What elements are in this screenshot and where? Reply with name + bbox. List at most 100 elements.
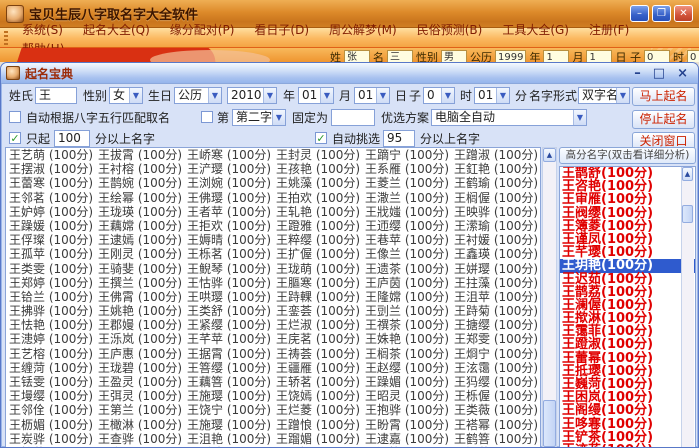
high-score-item[interactable]: 王鹊荔(100分) bbox=[560, 286, 695, 299]
name-cell[interactable]: 王缠菏 (100分) bbox=[6, 361, 95, 375]
name-cell[interactable]: 王铪兰 (100分) bbox=[6, 290, 95, 304]
bg-form-input[interactable]: 张 bbox=[344, 50, 370, 62]
name-cell[interactable]: 王栎偓 (100分) bbox=[451, 389, 540, 403]
name-cell[interactable]: 王姚艳 (100分) bbox=[95, 304, 184, 318]
plan-select[interactable]: 电脑全自动▼ bbox=[431, 109, 587, 126]
name-cell[interactable]: 王艺萌 (100分) bbox=[6, 148, 95, 162]
name-cell[interactable]: 王佛璎 (100分) bbox=[184, 191, 273, 205]
fixed-char-input[interactable] bbox=[331, 109, 375, 126]
surname-input[interactable]: 王 bbox=[35, 87, 77, 104]
name-cell[interactable]: 王禩茶 (100分) bbox=[362, 318, 451, 332]
name-cell[interactable]: 王哄璎 (100分) bbox=[184, 290, 273, 304]
name-cell[interactable]: 王郡嫚 (100分) bbox=[95, 318, 184, 332]
gender-select[interactable]: 女▼ bbox=[109, 87, 143, 104]
auto-pick-checkbox[interactable]: ✓ bbox=[315, 132, 327, 144]
name-cell[interactable]: 王拒欢 (100分) bbox=[184, 219, 273, 233]
name-cell[interactable]: 王赵缨 (100分) bbox=[362, 361, 451, 375]
name-cell[interactable]: 王骑斐 (100分) bbox=[95, 262, 184, 276]
name-cell[interactable]: 王跱輠 (100分) bbox=[273, 290, 362, 304]
name-cell[interactable]: 王类雯 (100分) bbox=[6, 262, 95, 276]
name-cell[interactable]: 王菱兰 (100分) bbox=[362, 176, 451, 190]
name-cell[interactable]: 王刚灵 (100分) bbox=[95, 247, 184, 261]
name-cell[interactable]: 王据霄 (100分) bbox=[184, 347, 273, 361]
chevron-down-icon[interactable]: ▼ bbox=[272, 110, 285, 125]
name-cell[interactable]: 王拄藻 (100分) bbox=[451, 276, 540, 290]
name-cell[interactable]: 王姘璎 (100分) bbox=[451, 262, 540, 276]
name-cell[interactable]: 王浏婉 (100分) bbox=[184, 176, 273, 190]
name-cell[interactable]: 王紧缨 (100分) bbox=[184, 318, 273, 332]
name-cell[interactable]: 王枥媚 (100分) bbox=[6, 418, 95, 432]
name-cell[interactable]: 王郑婷 (100分) bbox=[6, 276, 95, 290]
chevron-down-icon[interactable]: ▼ bbox=[129, 88, 142, 103]
high-score-item[interactable]: 王蹬淑(100分) bbox=[560, 338, 695, 351]
dialog-maximize-button[interactable]: □ bbox=[653, 65, 665, 82]
name-cell[interactable]: 王封灵 (100分) bbox=[273, 148, 362, 162]
which-char-select[interactable]: 第二字▼ bbox=[232, 109, 286, 126]
name-cell[interactable]: 王沮苹 (100分) bbox=[451, 290, 540, 304]
name-cell[interactable]: 王映骅 (100分) bbox=[451, 205, 540, 219]
name-cell[interactable]: 王艺榕 (100分) bbox=[6, 347, 95, 361]
high-score-item[interactable]: 王蕾幂(100分) bbox=[560, 352, 695, 365]
scroll-up-icon[interactable]: ▲ bbox=[682, 167, 693, 181]
name-cell[interactable]: 王巷苹 (100分) bbox=[362, 233, 451, 247]
menu-item[interactable]: 看日子(D) bbox=[244, 21, 319, 39]
chevron-down-icon[interactable]: ▼ bbox=[208, 88, 221, 103]
name-cell[interactable]: 王烂淑 (100分) bbox=[273, 318, 362, 332]
name-cell[interactable]: 王潆瑜 (100分) bbox=[451, 219, 540, 233]
high-score-item-selected[interactable]: 王玥艳(100分) bbox=[560, 259, 695, 272]
grid-scrollbar[interactable]: ▲ bbox=[542, 147, 557, 448]
name-cell[interactable]: 王衬榕 (100分) bbox=[95, 162, 184, 176]
name-cell[interactable]: 王怯艳 (100分) bbox=[6, 318, 95, 332]
name-cell[interactable]: 王拍欢 (100分) bbox=[273, 191, 362, 205]
name-cell[interactable]: 王邻茗 (100分) bbox=[6, 191, 95, 205]
name-cell[interactable]: 王藕嫦 (100分) bbox=[95, 219, 184, 233]
name-cell[interactable]: 王盈灵 (100分) bbox=[95, 375, 184, 389]
name-cell[interactable]: 王衬媛 (100分) bbox=[451, 233, 540, 247]
name-cell[interactable]: 王銮荟 (100分) bbox=[273, 304, 362, 318]
name-cell[interactable]: 王施璎 (100分) bbox=[184, 418, 273, 432]
dialog-minimize-button[interactable]: – bbox=[634, 65, 641, 82]
name-cell[interactable]: 王俘璨 (100分) bbox=[6, 233, 95, 247]
name-cell[interactable]: 王隆嫦 (100分) bbox=[362, 290, 451, 304]
high-score-item[interactable]: 王阀缨(100分) bbox=[560, 207, 695, 220]
name-cell[interactable]: 王粹缨 (100分) bbox=[273, 233, 362, 247]
name-cell[interactable]: 王珑碧 (100分) bbox=[95, 361, 184, 375]
name-cell[interactable]: 王墁缨 (100分) bbox=[6, 389, 95, 403]
menu-item[interactable]: 注册(F) bbox=[579, 21, 639, 39]
name-cell[interactable]: 王鹤箁 (100分) bbox=[451, 432, 540, 446]
bg-form-input[interactable]: 男 bbox=[441, 50, 467, 62]
start-naming-button[interactable]: 马上起名 bbox=[632, 87, 695, 106]
only-score-input[interactable]: 100 bbox=[54, 130, 90, 147]
high-score-item[interactable]: 王阁缦(100分) bbox=[560, 404, 695, 417]
name-cell[interactable]: 王遗茶 (100分) bbox=[362, 262, 451, 276]
bg-form-input[interactable]: 三 bbox=[387, 50, 413, 62]
menu-item[interactable]: 系统(S) bbox=[12, 21, 73, 39]
chevron-down-icon[interactable]: ▼ bbox=[496, 88, 509, 103]
name-cell[interactable]: 王抱骅 (100分) bbox=[362, 403, 451, 417]
bg-form-input[interactable]: 0 bbox=[687, 50, 699, 62]
chevron-down-icon[interactable]: ▼ bbox=[320, 88, 333, 103]
name-cell[interactable]: 王饶宁 (100分) bbox=[184, 403, 273, 417]
name-cell[interactable]: 王鹤瑜 (100分) bbox=[451, 176, 540, 190]
menu-item[interactable]: 起名大全(Q) bbox=[73, 21, 160, 39]
auto-bazi-checkbox[interactable] bbox=[9, 111, 21, 123]
name-cell[interactable]: 王邻佺 (100分) bbox=[6, 403, 95, 417]
dialog-close-button[interactable]: × bbox=[677, 65, 688, 82]
name-cell[interactable]: 王弭灵 (100分) bbox=[95, 389, 184, 403]
name-cell[interactable]: 王榈偓 (100分) bbox=[451, 191, 540, 205]
which-char-checkbox[interactable] bbox=[201, 111, 213, 123]
name-cell[interactable]: 王绘幂 (100分) bbox=[95, 191, 184, 205]
name-cell[interactable]: 王撰兰 (100分) bbox=[95, 276, 184, 290]
menu-item[interactable]: 周公解梦(M) bbox=[319, 21, 407, 39]
menu-item[interactable]: 缘分配对(P) bbox=[160, 21, 245, 39]
name-cell[interactable]: 王蹓媚 (100分) bbox=[273, 432, 362, 446]
name-cell[interactable]: 王烱宁 (100分) bbox=[451, 347, 540, 361]
name-cell[interactable]: 王逮嘉 (100分) bbox=[362, 432, 451, 446]
name-cell[interactable]: 王姝艳 (100分) bbox=[362, 332, 451, 346]
name-cell[interactable]: 王姚藻 (100分) bbox=[273, 176, 362, 190]
name-cell[interactable]: 王庐茵 (100分) bbox=[362, 276, 451, 290]
minute-select[interactable]: 01▼ bbox=[474, 87, 510, 104]
name-cell[interactable]: 王昭灵 (100分) bbox=[362, 389, 451, 403]
name-cell[interactable]: 王蹬雅 (100分) bbox=[273, 219, 362, 233]
name-cell[interactable]: 王像兰 (100分) bbox=[362, 247, 451, 261]
